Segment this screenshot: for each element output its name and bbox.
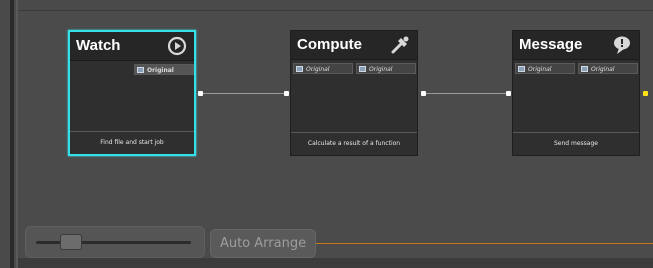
node-header: Watch <box>70 32 194 61</box>
port-tag[interactable]: Original <box>356 63 416 74</box>
file-icon <box>137 67 144 73</box>
port-label: Original <box>591 66 615 73</box>
port-label: Original <box>528 66 552 73</box>
port-label: Original <box>306 66 330 73</box>
progress-line <box>258 243 653 244</box>
connector-compute-message <box>424 93 510 94</box>
port-tag[interactable]: Original <box>515 63 575 74</box>
input-port-compute[interactable] <box>284 91 289 96</box>
output-port-compute[interactable] <box>421 91 426 96</box>
zoom-slider[interactable] <box>25 226 205 258</box>
auto-arrange-button[interactable]: Auto Arrange <box>210 229 316 258</box>
file-icon <box>296 66 303 72</box>
port-label: Original <box>147 67 174 74</box>
file-icon <box>581 66 588 72</box>
node-compute[interactable]: Compute Original Original Calculate a re… <box>290 30 418 156</box>
node-footer: Send message <box>513 132 639 155</box>
node-footer: Find file and start job <box>70 131 194 154</box>
play-circle-icon <box>167 36 187 56</box>
node-title: Compute <box>297 36 362 53</box>
bottom-strip <box>18 258 653 268</box>
port-tag[interactable]: Original <box>293 63 353 74</box>
connector-watch-compute <box>202 93 286 94</box>
speech-bubble-icon <box>614 36 630 54</box>
output-port-message[interactable] <box>643 91 648 96</box>
file-icon <box>518 66 525 72</box>
node-message[interactable]: Message Original Original Send message <box>512 30 640 156</box>
node-title: Watch <box>76 37 121 54</box>
port-label: Original <box>369 66 393 73</box>
output-port-watch[interactable] <box>198 91 203 96</box>
frame-border <box>10 0 14 268</box>
file-icon <box>359 66 366 72</box>
node-ports: Original <box>70 61 194 77</box>
tools-icon <box>391 36 409 54</box>
node-ports: Original Original <box>513 60 639 76</box>
node-watch[interactable]: Watch Original Find file and start job <box>68 30 196 156</box>
port-tag[interactable]: Original <box>134 64 194 75</box>
slider-thumb[interactable] <box>60 234 82 250</box>
node-footer: Calculate a result of a function <box>291 132 417 155</box>
node-title: Message <box>519 36 583 53</box>
node-header: Message <box>513 31 639 60</box>
port-tag[interactable]: Original <box>578 63 638 74</box>
input-port-message[interactable] <box>506 91 511 96</box>
node-ports: Original Original <box>291 60 417 76</box>
node-header: Compute <box>291 31 417 60</box>
